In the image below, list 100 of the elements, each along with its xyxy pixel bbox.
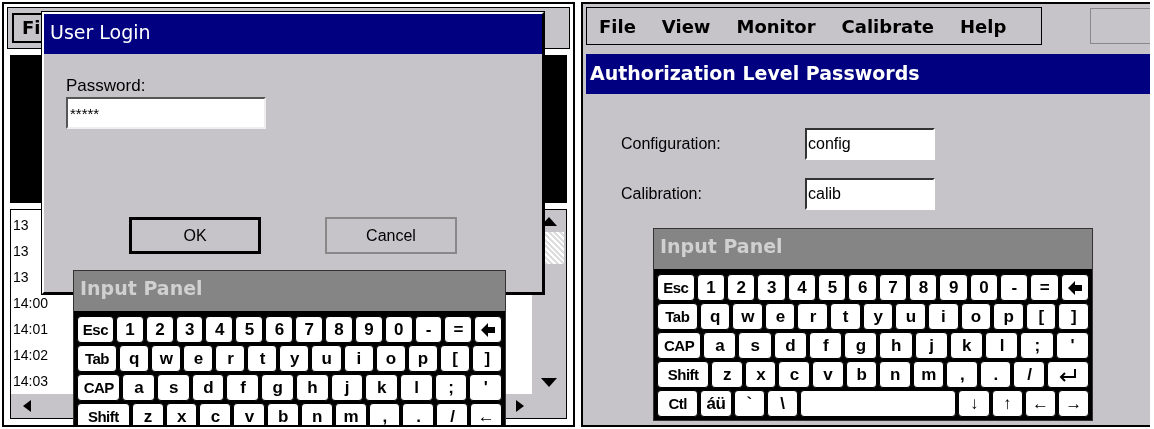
keyboard-key[interactable]: 3	[757, 274, 786, 301]
keyboard-key[interactable]: s	[738, 332, 772, 359]
keyboard-key[interactable]: y	[279, 345, 310, 372]
keyboard-key[interactable]: p	[993, 303, 1024, 330]
keyboard-key[interactable]: ←	[1024, 390, 1056, 417]
keyboard-key[interactable]: 6	[265, 316, 294, 343]
keyboard-key[interactable]: -	[1000, 274, 1029, 301]
keyboard-key[interactable]: Esc	[657, 274, 695, 301]
keyboard-key[interactable]: q	[118, 345, 149, 372]
keyboard-key[interactable]: .	[402, 403, 435, 425]
keyboard-key[interactable]: n	[300, 403, 333, 425]
backspace-key[interactable]	[1060, 274, 1090, 301]
password-field[interactable]: calib	[805, 178, 935, 210]
keyboard-key[interactable]: [	[1025, 303, 1057, 330]
keyboard-key[interactable]: m	[912, 361, 945, 388]
keyboard-key[interactable]: j	[914, 332, 948, 359]
keyboard-key[interactable]: k	[949, 332, 984, 359]
keyboard-key[interactable]: u	[895, 303, 926, 330]
keyboard-key[interactable]: n	[879, 361, 911, 388]
keyboard-key[interactable]: c	[199, 403, 232, 425]
keyboard-key[interactable]: Shift	[657, 361, 710, 388]
password-field[interactable]: *****	[66, 97, 266, 129]
keyboard-key[interactable]: o	[960, 303, 992, 330]
keyboard-key[interactable]: c	[778, 361, 810, 388]
keyboard-key[interactable]: b	[845, 361, 878, 388]
keyboard-key[interactable]: 2	[726, 274, 756, 301]
keyboard-key[interactable]: q	[699, 303, 731, 330]
keyboard-key[interactable]: k	[365, 374, 398, 401]
keyboard-key[interactable]: Esc	[77, 316, 114, 343]
keyboard-key[interactable]: r	[797, 303, 829, 330]
keyboard-key[interactable]: i	[343, 345, 374, 372]
password-field[interactable]: config	[805, 128, 935, 160]
keyboard-key[interactable]: ;	[1020, 332, 1054, 359]
keyboard-key[interactable]: ←	[470, 403, 502, 425]
keyboard-key[interactable]: 6	[848, 274, 877, 301]
menu-item[interactable]: Calibrate	[841, 15, 934, 37]
keyboard-key[interactable]: ]	[471, 345, 503, 372]
keyboard-key[interactable]: 7	[295, 316, 323, 343]
keyboard-key[interactable]: [	[439, 345, 470, 372]
keyboard-key[interactable]: →	[1057, 390, 1089, 417]
keyboard-key[interactable]: y	[862, 303, 894, 330]
keyboard-key[interactable]: s	[157, 374, 190, 401]
keyboard-key[interactable]: 1	[115, 316, 144, 343]
keyboard-key[interactable]: 2	[145, 316, 174, 343]
keyboard-key[interactable]: áü	[700, 390, 732, 417]
keyboard-key[interactable]: m	[334, 403, 367, 425]
keyboard-key[interactable]: Shift	[77, 403, 130, 425]
keyboard-key[interactable]: .	[979, 361, 1012, 388]
keyboard-key[interactable]: l	[985, 332, 1019, 359]
keyboard-key[interactable]: 0	[969, 274, 998, 301]
keyboard-key[interactable]: \	[766, 390, 798, 417]
keyboard-key[interactable]: 8	[324, 316, 353, 343]
space-key[interactable]	[799, 390, 957, 417]
keyboard-key[interactable]: h	[295, 374, 329, 401]
keyboard-key[interactable]: x	[165, 403, 198, 425]
keyboard-key[interactable]: e	[764, 303, 796, 330]
keyboard-key[interactable]: f	[226, 374, 260, 401]
keyboard-key[interactable]: CAP	[657, 332, 702, 359]
keyboard-key[interactable]: /	[1013, 361, 1046, 388]
menu-item[interactable]: View	[661, 15, 711, 37]
keyboard-key[interactable]: 4	[787, 274, 816, 301]
keyboard-key[interactable]: '	[469, 374, 502, 401]
keyboard-key[interactable]: z	[131, 403, 164, 425]
keyboard-key[interactable]: z	[711, 361, 743, 388]
keyboard-key[interactable]: ,	[368, 403, 401, 425]
keyboard-key[interactable]: Tab	[657, 303, 698, 330]
keyboard-key[interactable]: r	[215, 345, 246, 372]
keyboard-key[interactable]: x	[744, 361, 777, 388]
keyboard-key[interactable]: ;	[434, 374, 468, 401]
keyboard-key[interactable]: 4	[205, 316, 234, 343]
menu-item[interactable]: Help	[960, 15, 1007, 37]
keyboard-key[interactable]: p	[407, 345, 438, 372]
keyboard-key[interactable]: '	[1055, 332, 1089, 359]
keyboard-key[interactable]: -	[414, 316, 443, 343]
keyboard-key[interactable]: u	[311, 345, 342, 372]
menu-item[interactable]: Monitor	[736, 15, 816, 37]
keyboard-key[interactable]: 3	[175, 316, 204, 343]
keyboard-key[interactable]: CAP	[77, 374, 121, 401]
keyboard-key[interactable]: 5	[235, 316, 264, 343]
keyboard-key[interactable]: l	[399, 374, 433, 401]
backspace-key[interactable]	[474, 316, 503, 343]
keyboard-key[interactable]: 8	[908, 274, 938, 301]
keyboard-key[interactable]: w	[732, 303, 763, 330]
keyboard-key[interactable]: t	[830, 303, 861, 330]
keyboard-key[interactable]: w	[151, 345, 182, 372]
keyboard-key[interactable]: i	[927, 303, 959, 330]
menu-item[interactable]: File	[599, 15, 636, 37]
keyboard-key[interactable]: b	[267, 403, 299, 425]
dialog-button[interactable]: Cancel	[325, 217, 457, 254]
keyboard-key[interactable]: =	[444, 316, 473, 343]
keyboard-key[interactable]: g	[844, 332, 878, 359]
keyboard-key[interactable]: Ctl	[657, 390, 699, 417]
keyboard-key[interactable]: v	[233, 403, 266, 425]
keyboard-key[interactable]: 5	[817, 274, 847, 301]
enter-key[interactable]	[1047, 361, 1089, 388]
keyboard-key[interactable]: `	[733, 390, 765, 417]
keyboard-key[interactable]: ]	[1058, 303, 1089, 330]
dialog-button[interactable]: OK	[129, 217, 261, 254]
keyboard-key[interactable]: /	[436, 403, 469, 425]
keyboard-key[interactable]: =	[1030, 274, 1059, 301]
